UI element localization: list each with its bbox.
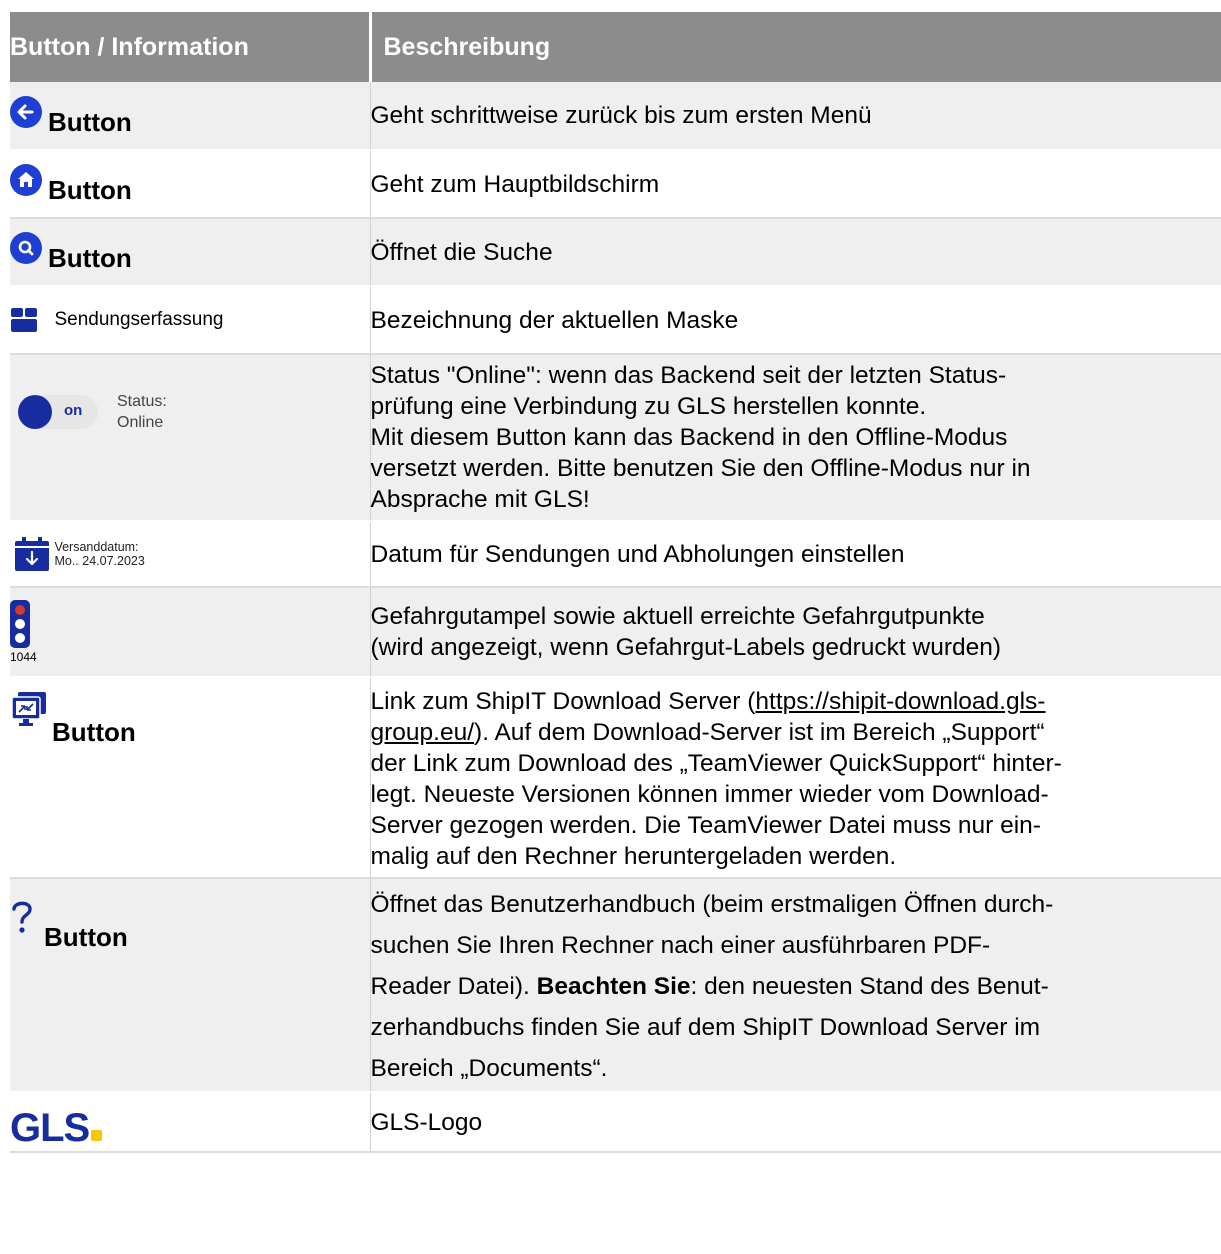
row-label: Button: [52, 717, 136, 747]
search-icon[interactable]: [10, 232, 42, 264]
gls-logo: GLS: [10, 1106, 103, 1150]
row-description: Geht zum Hauptbildschirm: [369, 150, 1221, 219]
mask-title: Sendungserfassung: [54, 309, 224, 330]
traffic-light-icon: [10, 600, 30, 648]
table-row: 1044 Gefahrgutampel sowie aktuell erreic…: [10, 587, 1221, 678]
row-description: Status "Online": wenn das Backend seit d…: [369, 354, 1221, 522]
package-icon: [11, 308, 37, 332]
logo-dot: [91, 1129, 103, 1141]
download-server-link-cont[interactable]: group.eu/: [371, 719, 475, 746]
table-row: Button Öffnet das Benutzerhandbuch (beim…: [10, 878, 1221, 1093]
date-label: Versanddatum:: [54, 540, 139, 554]
row-description: Geht schrittweise zurück bis zum ersten …: [369, 82, 1221, 151]
row-label: Button: [48, 106, 132, 137]
status-value: Online: [117, 414, 164, 431]
row-description: Bezeichnung der aktuellen Maske: [369, 286, 1221, 355]
calendar-icon[interactable]: [14, 536, 50, 572]
header-col2: Beschreibung: [368, 12, 1221, 82]
row-description: Öffnet die Suche: [369, 218, 1221, 287]
table-row: Button Geht zum Hauptbildschirm: [10, 150, 1221, 219]
help-icon[interactable]: [10, 899, 34, 935]
online-toggle[interactable]: on: [18, 395, 98, 429]
info-table: Button / Information Beschreibung Button…: [10, 12, 1221, 1153]
hazard-points: 1044: [10, 650, 37, 664]
remote-support-icon[interactable]: [10, 692, 48, 728]
row-description: GLS-Logo: [369, 1092, 1221, 1153]
table-row: on Status: Online Status "Online": wenn …: [10, 354, 1221, 522]
table-header: Button / Information Beschreibung: [10, 12, 1221, 82]
table-row: Button Öffnet die Suche: [10, 218, 1221, 287]
home-icon[interactable]: [10, 164, 42, 196]
back-arrow-icon[interactable]: [10, 95, 42, 128]
table-row: Button Link zum ShipIT Download Server (…: [10, 677, 1221, 879]
status-label: Status:: [117, 393, 167, 410]
row-description: Gefahrgutampel sowie aktuell erreichte G…: [369, 587, 1221, 678]
row-label: Button: [44, 922, 128, 952]
table-row: Sendungserfassung Bezeichnung der aktuel…: [10, 286, 1221, 355]
table-row: Versanddatum: Mo.. 24.07.2023 Datum für …: [10, 521, 1221, 588]
row-description: Link zum ShipIT Download Server (https:/…: [369, 677, 1221, 879]
row-label: Button: [48, 243, 132, 273]
row-description: Öffnet das Benutzerhandbuch (beim erstma…: [369, 878, 1221, 1093]
date-value: Mo.. 24.07.2023: [54, 554, 145, 568]
table-row: Button Geht schrittweise zurück bis zum …: [10, 82, 1221, 151]
row-label: Button: [48, 175, 132, 205]
download-server-link[interactable]: https://shipit-download.gls-: [755, 688, 1045, 715]
toggle-label: on: [64, 402, 83, 419]
toggle-knob: [18, 395, 52, 429]
table-row: GLS GLS-Logo: [10, 1092, 1221, 1153]
header-col1: Button / Information: [10, 12, 370, 82]
row-description: Datum für Sendungen und Abholungen einst…: [369, 521, 1221, 588]
